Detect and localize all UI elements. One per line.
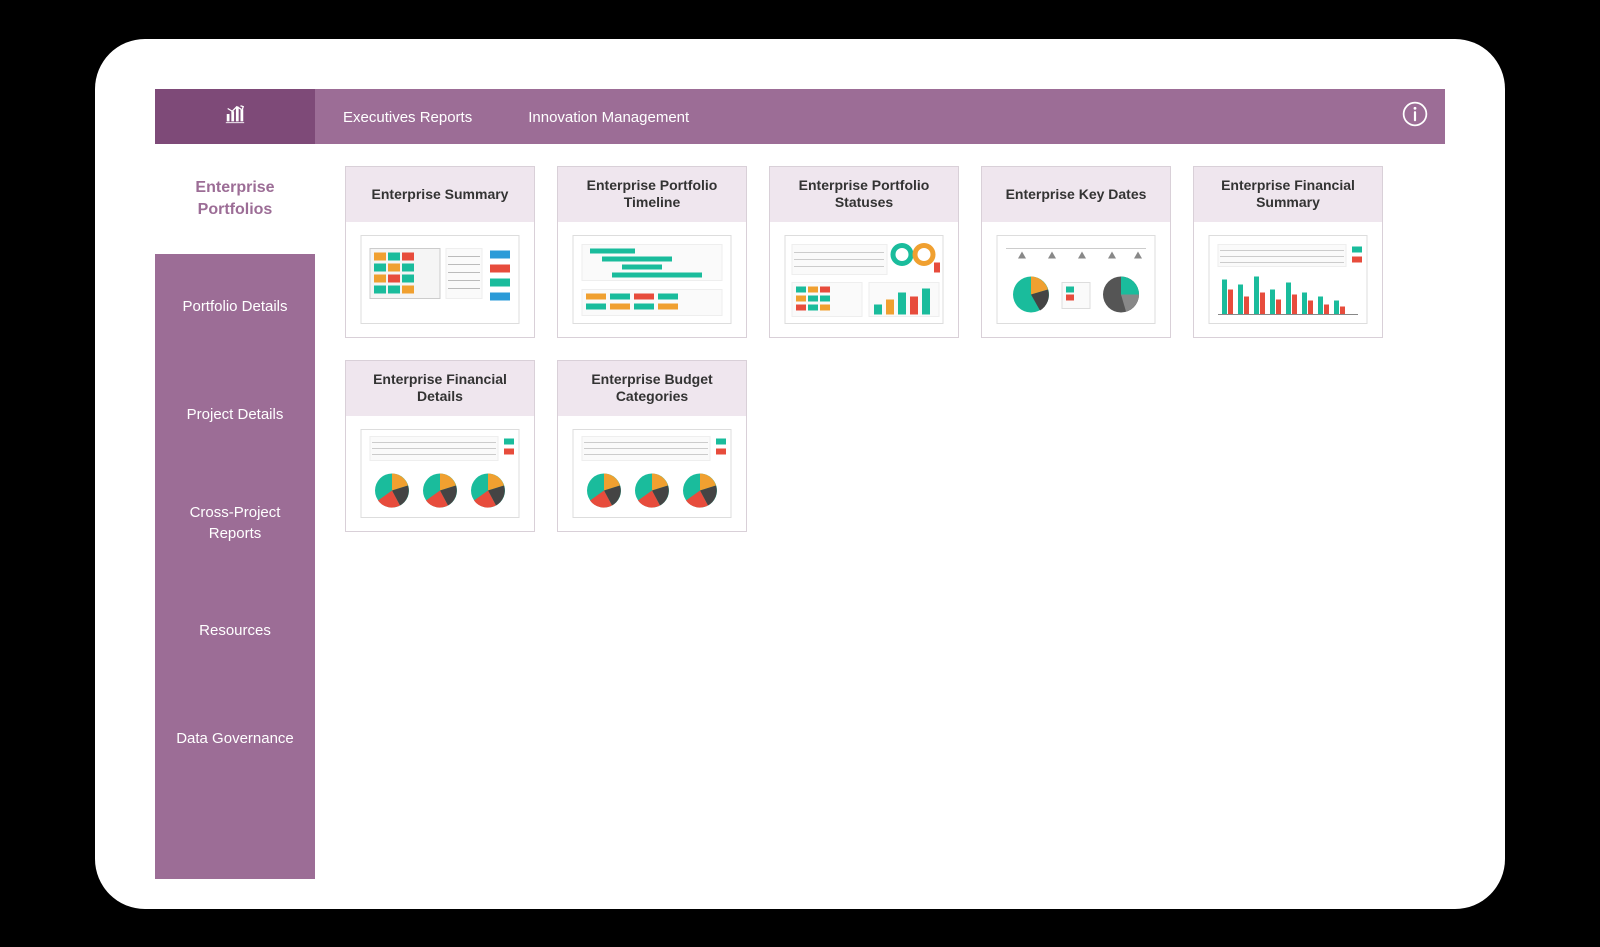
report-card-title: Enterprise Portfolio Statuses (770, 167, 958, 222)
report-card-title: Enterprise Financial Details (346, 361, 534, 416)
report-thumbnail (558, 416, 746, 531)
report-card-enterprise-budget-categories[interactable]: Enterprise Budget Categories (557, 360, 747, 532)
home-button[interactable] (155, 89, 315, 144)
report-card-title: Enterprise Key Dates (982, 167, 1170, 222)
report-card-enterprise-portfolio-statuses[interactable]: Enterprise Portfolio Statuses (769, 166, 959, 338)
report-thumbnail (558, 222, 746, 337)
top-bar: Executives Reports Innovation Management (155, 89, 1445, 144)
body-row: Enterprise Portfolios Portfolio Details … (155, 144, 1445, 879)
pie-charts-icon (572, 428, 732, 519)
sidebar-item-cross-project-reports[interactable]: Cross-Project Reports (155, 470, 315, 578)
report-card-enterprise-summary[interactable]: Enterprise Summary (345, 166, 535, 338)
report-thumbnail (770, 222, 958, 337)
top-tab-label: Innovation Management (528, 109, 689, 128)
status-dashboard-icon (784, 234, 944, 325)
sidebar: Enterprise Portfolios Portfolio Details … (155, 144, 315, 879)
sidebar-item-label: Resources (199, 621, 271, 641)
report-card-enterprise-portfolio-timeline[interactable]: Enterprise Portfolio Timeline (557, 166, 747, 338)
report-thumbnail (1194, 222, 1382, 337)
info-icon (1401, 100, 1429, 132)
sidebar-item-label: Data Governance (176, 729, 294, 749)
sidebar-item-data-governance[interactable]: Data Governance (155, 686, 315, 794)
sidebar-item-label: Project Details (187, 405, 284, 425)
report-thumbnail (982, 222, 1170, 337)
top-tab-executives-reports[interactable]: Executives Reports (315, 89, 500, 144)
bar-chart-icon (1208, 234, 1368, 325)
top-tab-label: Executives Reports (343, 109, 472, 128)
kpi-dashboard-icon (996, 234, 1156, 325)
gantt-chart-icon (572, 234, 732, 325)
sidebar-item-enterprise-portfolios[interactable]: Enterprise Portfolios (155, 144, 315, 254)
sidebar-item-resources[interactable]: Resources (155, 578, 315, 686)
report-card-title: Enterprise Portfolio Timeline (558, 167, 746, 222)
report-card-title: Enterprise Financial Summary (1194, 167, 1382, 222)
report-card-title: Enterprise Summary (346, 167, 534, 222)
app-frame: Executives Reports Innovation Management… (155, 89, 1445, 879)
sidebar-item-label: Cross-Project Reports (170, 503, 300, 544)
grid-chart-icon (360, 234, 520, 325)
info-button[interactable] (1385, 89, 1445, 144)
app-window-card: Executives Reports Innovation Management… (95, 39, 1505, 909)
report-thumbnail (346, 416, 534, 531)
sidebar-stack: Portfolio Details Project Details Cross-… (155, 254, 315, 879)
sidebar-item-label: Portfolio Details (182, 297, 287, 317)
report-card-enterprise-financial-details[interactable]: Enterprise Financial Details (345, 360, 535, 532)
top-tab-innovation-management[interactable]: Innovation Management (500, 89, 717, 144)
pie-charts-icon (360, 428, 520, 519)
top-bar-spacer (717, 89, 1385, 144)
chart-home-icon (224, 103, 246, 129)
sidebar-item-project-details[interactable]: Project Details (155, 362, 315, 470)
report-card-enterprise-key-dates[interactable]: Enterprise Key Dates (981, 166, 1171, 338)
content-area: Enterprise Summary (315, 144, 1445, 879)
report-card-grid: Enterprise Summary (345, 166, 1435, 532)
report-thumbnail (346, 222, 534, 337)
report-card-title: Enterprise Budget Categories (558, 361, 746, 416)
sidebar-item-portfolio-details[interactable]: Portfolio Details (155, 254, 315, 362)
report-card-enterprise-financial-summary[interactable]: Enterprise Financial Summary (1193, 166, 1383, 338)
sidebar-item-label: Enterprise Portfolios (165, 177, 305, 220)
